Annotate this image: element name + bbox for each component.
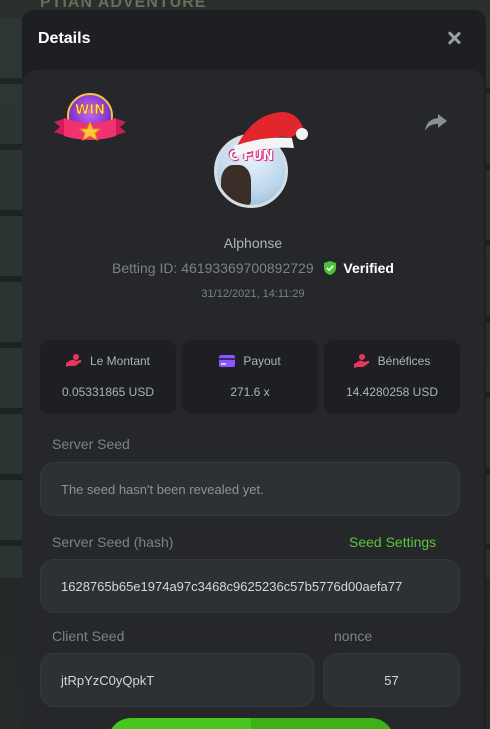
nonce-label: nonce — [334, 628, 373, 644]
bet-details-card: WIN C FUN Alphonse Betting ID: 461933697… — [22, 70, 484, 729]
stat-payout-head: Payout — [182, 354, 318, 368]
game-reel-left — [0, 18, 22, 578]
server-seed-field: The seed hasn't been revealed yet. — [40, 462, 460, 516]
verify-button[interactable] — [108, 718, 394, 729]
money-hand-icon — [65, 354, 82, 367]
stat-payout: Payout 271.6 x — [182, 340, 318, 414]
client-seed-field[interactable]: jtRpYzC0yQpkT — [40, 653, 314, 707]
share-icon[interactable] — [424, 112, 448, 132]
stat-amount-label: Le Montant — [89, 354, 151, 368]
close-icon[interactable] — [444, 28, 464, 48]
stat-payout-value: 271.6 x — [230, 385, 270, 399]
stat-profit: Bénéfices 14.4280258 USD — [324, 340, 460, 414]
stat-payout-label: Payout — [243, 354, 281, 368]
betting-id-row: Betting ID: 46193369700892729 Verified — [22, 260, 484, 276]
bet-timestamp: 31/12/2021, 14:11:29 — [201, 288, 305, 300]
seed-settings-link[interactable]: Seed Settings — [349, 534, 436, 550]
modal-header: Details — [22, 10, 486, 68]
modal-title: Details — [38, 30, 91, 47]
avatar: C FUN — [214, 112, 308, 208]
server-seed-hash-label: Server Seed (hash) — [52, 534, 174, 550]
nonce-field[interactable]: 57 — [323, 653, 460, 707]
stat-amount-head: Le Montant — [40, 354, 176, 368]
badge-text: WIN — [75, 103, 105, 118]
profit-hand-icon — [353, 354, 369, 368]
stat-amount-value: 0.05331865 USD — [61, 385, 155, 399]
betting-id-label: Betting ID: — [111, 260, 178, 276]
betting-id-value: 46193369700892729 — [181, 260, 314, 276]
stat-profit-head: Bénéfices — [324, 354, 460, 368]
win-badge-icon: WIN — [54, 93, 126, 142]
stats-row: Le Montant 0.05331865 USD Payout 271.6 x — [40, 340, 460, 414]
stat-profit-label: Bénéfices — [377, 354, 431, 368]
details-modal: Details WIN C FUN Alphonse Betting ID: 4… — [22, 10, 486, 729]
stat-profit-value: 14.4280258 USD — [345, 385, 439, 399]
stat-amount: Le Montant 0.05331865 USD — [40, 340, 176, 414]
client-seed-label: Client Seed — [52, 628, 125, 644]
santa-hat-icon — [234, 112, 308, 156]
server-seed-label: Server Seed — [52, 436, 130, 452]
server-seed-hash-field[interactable]: 1628765b65e1974a97c3468c9625236c57b5776d… — [40, 559, 460, 613]
verified-shield-icon — [323, 261, 336, 275]
user-name: Alphonse — [223, 235, 283, 251]
verified-label: Verified — [343, 260, 394, 276]
card-icon — [219, 355, 236, 367]
avatar-person — [221, 165, 251, 205]
